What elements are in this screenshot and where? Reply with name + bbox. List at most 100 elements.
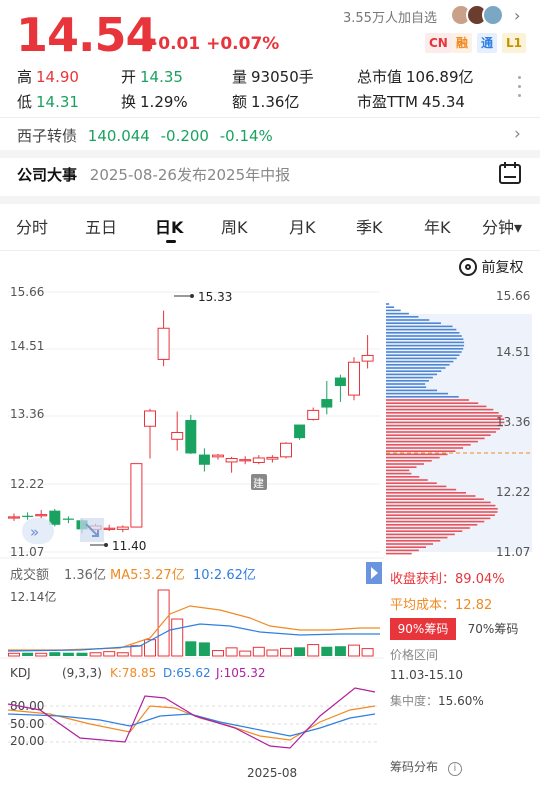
company-event-row[interactable]: 公司大事 2025-08-26发布2025年中报 — [17, 164, 290, 185]
chip-bar — [386, 495, 476, 497]
tab-quarterly-k[interactable]: 季K — [356, 214, 383, 238]
volume-bar — [334, 646, 346, 656]
candle-body — [307, 409, 320, 420]
chip-bar — [386, 332, 460, 334]
chip-70-tab[interactable]: 70%筹码 — [458, 618, 528, 640]
volume-bar — [361, 648, 374, 657]
candle-body — [62, 518, 74, 520]
volume-bar — [157, 589, 170, 657]
tab-monthly-k[interactable]: 月K — [289, 214, 316, 238]
price-range-value: 11.03-15.10 — [390, 668, 464, 682]
chevron-right-icon[interactable]: › — [514, 124, 521, 144]
chip-bar — [386, 389, 438, 392]
volume-bar — [307, 644, 320, 657]
chip-bar — [386, 508, 498, 510]
concentration: 集中度：15.60% — [390, 694, 484, 708]
candle-body — [22, 515, 34, 517]
price-range-label: 价格区间 — [390, 648, 439, 662]
chip-bar — [386, 341, 465, 344]
candlestick-series — [8, 310, 374, 534]
tab-daily-k[interactable]: 日K — [155, 214, 183, 238]
chip-bar — [386, 517, 491, 520]
divider — [0, 117, 540, 118]
candle-body — [198, 454, 210, 465]
stat-high: 高 14.90 — [17, 68, 79, 86]
chip-bar — [386, 540, 441, 542]
volume-bar — [103, 651, 116, 657]
stat-turnover: 换 1.29% — [121, 93, 188, 111]
chip-bar — [386, 520, 485, 523]
chip-bar — [386, 351, 462, 353]
kdj-j-line — [7, 687, 376, 749]
tab-minute[interactable]: 分钟▾ — [482, 214, 522, 238]
chip-bar — [386, 450, 456, 452]
chip-bar — [386, 533, 455, 536]
tab-yearly-k[interactable]: 年K — [424, 214, 451, 238]
candle-body — [252, 457, 265, 464]
convertible-bond-row[interactable]: 西子转债 140.044 -0.200 -0.14% — [17, 125, 540, 146]
tag-margin[interactable]: 融 — [452, 33, 473, 53]
watcher-avatars[interactable] — [450, 4, 510, 26]
chip-axis-label: 14.51 — [496, 345, 530, 359]
calendar-icon[interactable] — [498, 160, 522, 186]
volume-label[interactable]: 成交额 — [10, 567, 49, 583]
kdj-params: (9,3,3) — [62, 666, 102, 680]
tag-cn[interactable]: CN — [425, 33, 452, 53]
chip-bar — [386, 354, 460, 356]
chip-bar — [386, 408, 494, 411]
tab-five-day[interactable]: 五日 — [85, 214, 117, 238]
volume-bar — [266, 649, 279, 657]
volume-bar — [171, 618, 184, 657]
chip-bar — [386, 370, 442, 372]
chevron-right-icon[interactable]: › — [514, 6, 520, 25]
build-position-marker-label: 建 — [253, 476, 264, 490]
candle-body — [321, 399, 333, 408]
kline-chart[interactable]: 15.66 14.51 13.36 12.22 11.07 15.66 14.5… — [0, 278, 540, 788]
volume-axis-max: 12.14亿 — [10, 589, 56, 604]
chip-distribution-help[interactable]: 筹码分布 i — [390, 758, 462, 776]
price-axis-label: 15.66 — [10, 285, 44, 299]
candle-body — [185, 420, 197, 454]
tag-connect[interactable]: 通 — [477, 33, 498, 53]
chip-bar — [386, 312, 409, 315]
price-change: +0.01 +0.07% — [144, 34, 280, 54]
chip-axis-label: 11.07 — [496, 545, 530, 559]
chip-90-tab[interactable]: 90%筹码 — [390, 618, 456, 640]
chip-bar — [386, 328, 457, 331]
candle-body — [225, 458, 238, 463]
tab-weekly-k[interactable]: 周K — [221, 214, 248, 238]
chip-bar — [386, 316, 419, 318]
chip-bar — [386, 431, 496, 433]
chip-bar — [386, 498, 484, 500]
stat-low: 低 14.31 — [17, 93, 79, 111]
chip-bar — [386, 360, 454, 363]
volume-bar — [294, 647, 306, 656]
more-icon[interactable] — [518, 76, 522, 106]
tab-intraday[interactable]: 分时 — [16, 214, 48, 238]
chip-bar — [386, 437, 485, 440]
price-adjust-button[interactable]: 前复权 — [459, 257, 523, 277]
kdj-k-line — [7, 705, 376, 741]
chip-bar — [386, 511, 498, 513]
settings-icon — [459, 258, 477, 276]
volume-bar — [116, 652, 129, 657]
kdj-d: D:65.62 — [163, 666, 211, 680]
watchers-count[interactable]: 3.55万人加自选 — [343, 7, 437, 26]
candle-body — [144, 410, 156, 427]
stat-market-cap: 总市值 106.89亿 — [357, 68, 474, 86]
candle-body — [266, 456, 279, 460]
candle-body — [239, 459, 252, 462]
volume-ma10: 10:2.62亿 — [193, 568, 256, 583]
volume-bar — [280, 647, 292, 657]
candle-body — [294, 424, 306, 439]
kdj-label[interactable]: KDJ — [10, 666, 31, 680]
low-annotation: 11.40 — [112, 539, 146, 553]
chip-bar — [386, 306, 395, 308]
chip-bar — [386, 527, 470, 529]
candle-body — [8, 516, 20, 519]
tag-l1[interactable]: L1 — [502, 33, 526, 53]
candle-body — [361, 354, 374, 362]
chip-bar — [386, 482, 437, 484]
chip-axis-label: 13.36 — [496, 415, 530, 429]
candle-body — [103, 527, 116, 530]
